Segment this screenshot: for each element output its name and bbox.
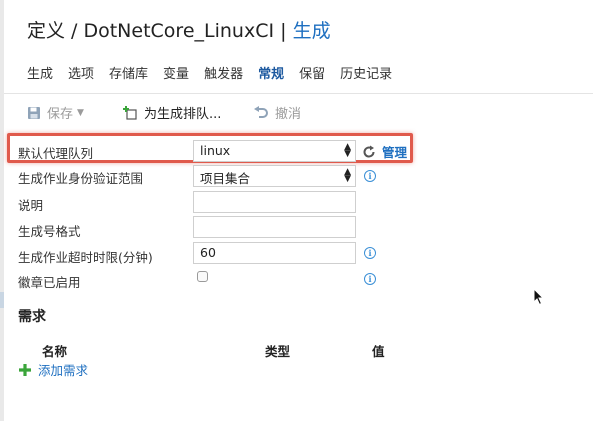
add-demand-label: 添加需求 <box>38 363 89 378</box>
column-header-value: 值 <box>372 344 385 359</box>
undo-label: 撤消 <box>275 107 302 122</box>
save-label: 保存 <box>47 107 74 122</box>
tab-variables[interactable]: 变量 <box>163 63 189 82</box>
plus-icon <box>18 363 32 377</box>
tab-repository[interactable]: 存储库 <box>109 63 148 82</box>
page-title: 定义 / DotNetCore_LinuxCI | 生成 <box>27 16 331 43</box>
description-label: 说明 <box>18 198 44 213</box>
queue-label: 默认代理队列 <box>18 146 94 161</box>
tab-retention[interactable]: 保留 <box>299 63 325 82</box>
mouse-pointer-icon <box>533 287 545 310</box>
refresh-icon[interactable] <box>362 145 376 159</box>
manage-label: 管理 <box>382 145 408 160</box>
demands-title: 需求 <box>18 309 46 325</box>
build-number-label: 生成号格式 <box>18 224 81 239</box>
badge-label: 徽章已启用 <box>18 275 81 290</box>
tab-bar: 生成 选项 存储库 变量 触发器 常规 保留 历史记录 <box>27 63 407 82</box>
queue-build-label: 为生成排队... <box>144 107 222 122</box>
tab-build[interactable]: 生成 <box>27 63 53 82</box>
page-title-active[interactable]: 生成 <box>293 20 331 42</box>
add-demand-button[interactable]: 添加需求 <box>18 360 88 379</box>
page-title-prefix: 定义 / DotNetCore_LinuxCI | <box>27 20 287 42</box>
build-number-input[interactable] <box>193 216 356 238</box>
left-edge-marker <box>0 292 4 308</box>
info-icon[interactable]: i <box>364 170 376 182</box>
queue-select-value: linux <box>200 143 231 158</box>
queue-build-button[interactable]: 为生成排队... <box>122 103 221 122</box>
tab-options[interactable]: 选项 <box>68 63 94 82</box>
save-icon <box>27 106 41 120</box>
info-icon[interactable]: i <box>364 247 376 259</box>
timeout-label: 生成作业超时时限(分钟) <box>18 250 153 265</box>
toolbar-divider <box>4 93 593 94</box>
left-edge-strip <box>0 0 4 421</box>
tab-triggers[interactable]: 触发器 <box>204 63 243 82</box>
queue-select[interactable]: linux ▲ ▼ <box>193 140 356 162</box>
badge-checkbox[interactable] <box>197 271 208 282</box>
undo-icon <box>253 105 269 120</box>
select-arrows-icon: ▲ ▼ <box>344 167 351 184</box>
manage-link[interactable]: 管理 <box>362 142 407 161</box>
column-header-name: 名称 <box>42 344 68 359</box>
scope-label: 生成作业身份验证范围 <box>18 171 144 186</box>
timeout-input[interactable]: 60 <box>193 242 356 264</box>
info-icon[interactable]: i <box>364 273 376 285</box>
scope-select-value: 项目集合 <box>200 171 251 186</box>
chevron-down-icon: ▼ <box>77 107 84 118</box>
tab-history[interactable]: 历史记录 <box>340 63 392 82</box>
select-arrows-icon: ▲ ▼ <box>344 142 351 159</box>
description-input[interactable] <box>193 191 356 213</box>
undo-button[interactable]: 撤消 <box>253 103 301 122</box>
queue-build-icon <box>122 105 138 121</box>
save-button[interactable]: 保存 ▼ <box>27 103 84 122</box>
scope-select[interactable]: 项目集合 ▲ ▼ <box>193 165 356 187</box>
tab-general[interactable]: 常规 <box>258 63 284 82</box>
column-header-type: 类型 <box>265 344 291 359</box>
